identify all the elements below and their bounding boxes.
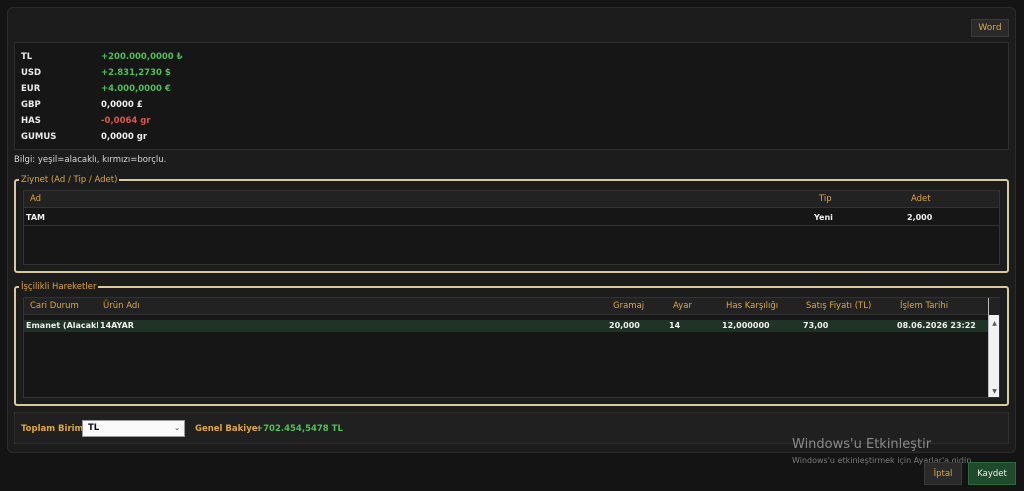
total-unit-label: Toplam Birim:	[21, 424, 87, 434]
cell-ad: TAM	[26, 213, 45, 222]
col-header-islem-tarihi[interactable]: İşlem Tarihi	[900, 298, 948, 315]
col-header-gramaj[interactable]: Gramaj	[613, 298, 644, 315]
iscilik-group-title: İşçilikli Hareketler	[19, 281, 99, 293]
col-header-has-karsiligi[interactable]: Has Karşılığı	[726, 298, 778, 315]
save-button[interactable]: Kaydet	[968, 462, 1016, 485]
vertical-scrollbar[interactable]: ▲ ▼	[988, 298, 1000, 397]
cell-adet: 2,000	[907, 213, 933, 222]
balance-row-gbp: GBP 0,0000 £	[21, 98, 321, 112]
scroll-down-icon[interactable]: ▼	[989, 387, 1000, 397]
balance-row-tl: TL +200.000,0000 ₺	[21, 50, 321, 64]
iscilik-grid-header: Cari Durum Ürün Adı Gramaj Ayar Has Karş…	[24, 298, 999, 315]
scroll-up-icon[interactable]: ▲	[989, 319, 1000, 329]
balance-value: +200.000,0000 ₺	[101, 52, 183, 62]
cell-islem-tarihi: 08.06.2026 23:22	[897, 321, 976, 330]
balance-value: 0,0000 £	[101, 100, 143, 110]
ziynet-grid[interactable]: Ad Tip Adet TAM Yeni 2,000	[23, 190, 1000, 265]
balance-currency: HAS	[21, 116, 41, 126]
balance-currency: EUR	[21, 84, 41, 94]
total-unit-select[interactable]: TL ⌄	[82, 420, 185, 437]
balance-currency: USD	[21, 68, 42, 78]
total-unit-selected: TL	[88, 423, 100, 433]
legend-info-text: Bilgi: yeşil=alacaklı, kırmızı=borçlu.	[14, 155, 167, 165]
cell-ayar: 14	[669, 321, 681, 330]
cell-satis-fiyati: 73,00	[803, 321, 829, 330]
balance-currency: TL	[21, 52, 33, 62]
balance-row-gumus: GUMUS 0,0000 gr	[21, 130, 321, 144]
cancel-button[interactable]: İptal	[924, 462, 962, 485]
balance-currency: GUMUS	[21, 132, 57, 142]
general-balance-value: +702.454,5478 TL	[256, 424, 343, 434]
row-divider	[24, 225, 999, 226]
cell-has-karsiligi: 12,000000	[722, 321, 770, 330]
ziynet-group-title: Ziynet (Ad / Tip / Adet)	[19, 174, 120, 186]
iscilik-group: İşçilikli Hareketler Cari Durum Ürün Adı…	[14, 281, 1009, 406]
general-balance-label: Genel Bakiye:	[195, 424, 261, 434]
col-header-ad[interactable]: Ad	[30, 191, 41, 208]
col-header-tip[interactable]: Tip	[819, 191, 832, 208]
col-header-adet[interactable]: Adet	[911, 191, 931, 208]
chevron-down-icon: ⌄	[174, 424, 180, 432]
balance-value: +4.000,0000 €	[101, 84, 171, 94]
iscilik-grid[interactable]: Cari Durum Ürün Adı Gramaj Ayar Has Karş…	[23, 297, 1000, 398]
cell-gramaj: 20,000	[609, 321, 640, 330]
ziynet-group: Ziynet (Ad / Tip / Adet) Ad Tip Adet TAM…	[14, 174, 1009, 273]
col-header-cari-durum[interactable]: Cari Durum	[30, 298, 79, 315]
balance-row-eur: EUR +4.000,0000 €	[21, 82, 321, 96]
balance-row-usd: USD +2.831,2730 $	[21, 66, 321, 80]
ziynet-grid-header: Ad Tip Adet	[24, 191, 999, 208]
balance-value: 0,0000 gr	[101, 132, 148, 142]
scrollbar-header-corner	[989, 298, 1000, 315]
table-row[interactable]: TAM Yeni 2,000	[24, 212, 999, 224]
balance-currency: GBP	[21, 100, 41, 110]
cell-tip: Yeni	[814, 213, 833, 222]
balance-value: +2.831,2730 $	[101, 68, 171, 78]
balance-summary: TL +200.000,0000 ₺ USD +2.831,2730 $ EUR…	[14, 42, 1009, 150]
word-export-button[interactable]: Word	[971, 19, 1009, 37]
col-header-urun-adi[interactable]: Ürün Adı	[103, 298, 140, 315]
col-header-ayar[interactable]: Ayar	[673, 298, 692, 315]
table-row[interactable]: Emanet (Alacaklı) 14AYAR 20,000 14 12,00…	[24, 320, 988, 332]
cell-urun-adi: 14AYAR	[100, 321, 134, 330]
col-header-satis-fiyati[interactable]: Satış Fiyatı (TL)	[806, 298, 871, 315]
cell-cari-durum: Emanet (Alacaklı)	[26, 321, 98, 330]
balance-row-has: HAS -0,0064 gr	[21, 114, 321, 128]
activation-watermark-title: Windows'u Etkinleştir	[792, 437, 932, 452]
balance-value: -0,0064 gr	[101, 116, 151, 126]
